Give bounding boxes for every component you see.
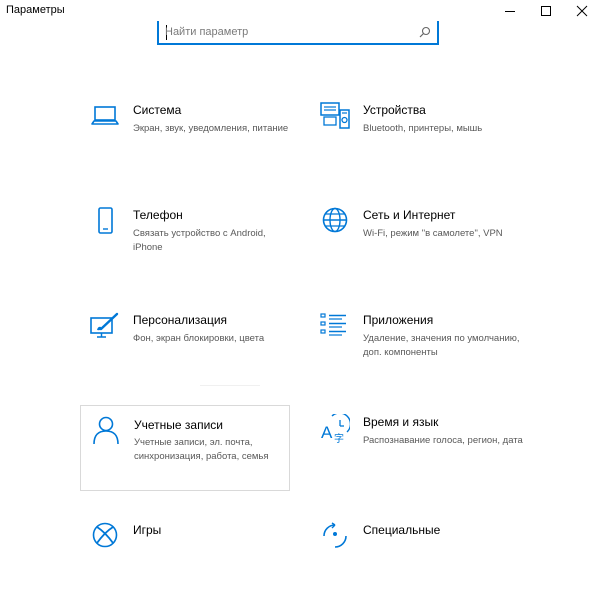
tile-description: Фон, экран блокировки, цвета <box>133 333 265 344</box>
search-input[interactable] <box>165 23 410 41</box>
laptop-icon <box>90 102 120 132</box>
time-language-icon: A 字 <box>320 414 350 444</box>
svg-text:A: A <box>321 423 333 442</box>
title-bar: Параметры <box>0 0 600 22</box>
tile-description: Учетные записи, эл. почта, синхронизация… <box>134 437 269 462</box>
tile-title: Устройства <box>363 103 426 117</box>
svg-text:字: 字 <box>334 432 344 444</box>
maximize-button[interactable] <box>528 0 564 22</box>
tile-title: Система <box>133 103 182 117</box>
tile-phone[interactable]: Телефон Связать устройство с Android, iP… <box>80 207 290 293</box>
tile-title: Персонализация <box>133 313 228 327</box>
tile-accessibility[interactable]: Специальные <box>310 522 520 608</box>
tile-title: Приложения <box>363 313 434 327</box>
tile-description: Распознавание голоса, регион, дата <box>363 435 523 446</box>
xbox-icon <box>90 522 120 552</box>
tile-apps[interactable]: Приложения Удаление, значения по умолчан… <box>310 312 520 398</box>
tile-time-language[interactable]: A 字 Время и язык Распознавание голоса, р… <box>310 414 523 500</box>
minimize-button[interactable] <box>492 0 528 22</box>
tile-accounts[interactable]: Учетные записи Учетные записи, эл. почта… <box>80 405 290 491</box>
tile-description: Связать устройство с Android, iPhone <box>133 228 266 253</box>
tile-description: Удаление, значения по умолчанию, доп. ко… <box>363 333 520 358</box>
tile-title: Специальные <box>363 523 441 537</box>
tile-system[interactable]: Система Экран, звук, уведомления, питани… <box>80 102 290 188</box>
window-title: Параметры <box>6 4 65 16</box>
apps-list-icon <box>320 312 350 342</box>
search-box[interactable] <box>157 21 439 45</box>
tile-description: Wi-Fi, режим "в самолете", VPN <box>363 228 503 239</box>
tile-title: Время и язык <box>363 415 439 429</box>
accessibility-icon <box>320 522 350 552</box>
person-icon <box>91 416 121 446</box>
tile-title: Учетные записи <box>134 418 223 432</box>
globe-icon <box>320 207 350 237</box>
close-button[interactable] <box>564 0 600 22</box>
divider <box>200 385 260 386</box>
phone-icon <box>90 207 120 237</box>
personalization-icon <box>90 312 120 342</box>
tile-devices[interactable]: Устройства Bluetooth, принтеры, мышь <box>310 102 520 188</box>
minimize-icon <box>505 11 515 12</box>
devices-icon <box>320 102 350 132</box>
tile-title: Сеть и Интернет <box>363 208 456 222</box>
tile-network[interactable]: Сеть и Интернет Wi-Fi, режим "в самолете… <box>310 207 520 293</box>
tile-title: Телефон <box>133 208 183 222</box>
tile-description: Экран, звук, уведомления, питание <box>133 123 289 134</box>
tile-title: Игры <box>133 523 162 537</box>
close-icon <box>576 5 588 17</box>
tile-gaming[interactable]: Игры <box>80 522 290 608</box>
tile-description: Bluetooth, принтеры, мышь <box>363 123 483 134</box>
search-icon[interactable] <box>419 26 431 38</box>
maximize-icon <box>541 6 551 16</box>
